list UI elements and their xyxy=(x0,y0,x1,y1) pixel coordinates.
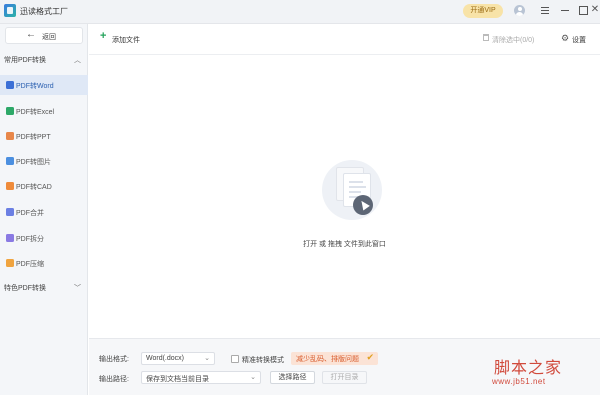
sidebar-item-label: PDF转Word xyxy=(16,83,54,90)
clear-selected-label: 清除选中(0/0) xyxy=(492,37,535,44)
back-button-label: 返回 xyxy=(42,34,56,41)
open-directory-button[interactable]: 打开目录 xyxy=(322,371,367,384)
precise-mode-checkbox[interactable] xyxy=(231,355,239,363)
ppt-icon xyxy=(6,132,14,140)
checkmark-icon: ✔ xyxy=(366,352,374,362)
group-featured-pdf[interactable]: 特色PDF转换 xyxy=(4,283,46,293)
maximize-icon[interactable] xyxy=(576,3,590,17)
merge-icon xyxy=(6,208,14,216)
sidebar-item-pdf-to-image[interactable]: PDF转图片 xyxy=(0,151,88,171)
sidebar-item-pdf-to-ppt[interactable]: PDF转PPT xyxy=(0,126,88,146)
chevron-down-icon: ⌄ xyxy=(250,374,256,381)
choose-path-button[interactable]: 选择路径 xyxy=(270,371,315,384)
trash-icon xyxy=(483,34,489,41)
sidebar-item-label: PDF转PPT xyxy=(16,134,51,141)
arrow-left-icon: ← xyxy=(26,29,36,40)
sidebar-item-label: PDF转Excel xyxy=(16,109,55,116)
output-path-select[interactable]: 保存到文档当前目录 ⌄ xyxy=(141,371,261,384)
sidebar-item-pdf-split[interactable]: PDF拆分 xyxy=(0,228,88,248)
settings-label: 设置 xyxy=(572,37,586,44)
compress-icon xyxy=(6,259,14,267)
close-icon[interactable]: ✕ xyxy=(590,3,600,17)
image-icon xyxy=(6,157,14,165)
gear-icon: ⚙ xyxy=(561,33,570,43)
watermark-url: www.jb51.net xyxy=(492,377,546,386)
title-bar: 迅读格式工厂 开通VIP ✕ xyxy=(0,0,600,24)
output-format-label: 输出格式: xyxy=(99,356,129,363)
output-format-value: Word(.docx) xyxy=(146,355,184,362)
output-format-select[interactable]: Word(.docx) ⌄ xyxy=(141,352,215,365)
word-icon xyxy=(6,81,14,89)
output-path-value: 保存到文档当前目录 xyxy=(146,376,209,383)
sidebar-item-pdf-to-excel[interactable]: PDF转Excel xyxy=(0,101,88,121)
precise-mode-label: 精准转换模式 xyxy=(242,357,284,364)
back-button[interactable]: ← 返回 xyxy=(5,27,83,44)
sidebar-item-label: PDF合并 xyxy=(16,210,44,217)
app-logo-icon xyxy=(4,4,16,17)
group-common-pdf[interactable]: 常用PDF转换 xyxy=(4,55,46,65)
plus-icon: + xyxy=(100,30,107,42)
cursor-click-icon xyxy=(353,195,373,215)
sidebar-item-label: PDF转CAD xyxy=(16,184,52,191)
sidebar-item-pdf-merge[interactable]: PDF合并 xyxy=(0,202,88,222)
minimize-icon[interactable] xyxy=(558,3,572,17)
file-drop-area[interactable]: 打开 或 拖拽 文件到此窗口 xyxy=(89,55,600,338)
menu-icon[interactable] xyxy=(538,3,552,17)
sidebar-item-pdf-compress[interactable]: PDF压缩 xyxy=(0,253,88,273)
split-icon xyxy=(6,234,14,242)
excel-icon xyxy=(6,107,14,115)
promo-label: 减少乱码、排版问题 xyxy=(296,356,359,363)
chevron-up-icon[interactable]: ︿ xyxy=(74,55,81,65)
sidebar-item-label: PDF拆分 xyxy=(16,236,44,243)
cad-icon xyxy=(6,182,14,190)
add-file-label: 添加文件 xyxy=(112,37,140,44)
chevron-down-icon: ⌄ xyxy=(204,355,210,362)
sidebar-item-pdf-to-cad[interactable]: PDF转CAD xyxy=(0,176,88,196)
sidebar-item-label: PDF转图片 xyxy=(16,159,51,166)
output-path-label: 输出路径: xyxy=(99,376,129,383)
promo-badge: 减少乱码、排版问题 ✔ xyxy=(291,352,378,365)
sidebar: ← 返回 常用PDF转换 ︿ PDF转Word PDF转Excel PDF转PP… xyxy=(0,24,88,395)
drop-hint-text: 打开 或 拖拽 文件到此窗口 xyxy=(303,241,386,248)
sidebar-item-label: PDF压缩 xyxy=(16,261,44,268)
user-avatar-icon[interactable] xyxy=(514,5,525,16)
sidebar-item-pdf-to-word[interactable]: PDF转Word xyxy=(0,75,88,95)
watermark-title: 脚本之家 xyxy=(494,358,563,377)
app-title: 迅读格式工厂 xyxy=(20,7,68,16)
chevron-down-icon[interactable]: ﹀ xyxy=(74,283,81,293)
open-vip-button[interactable]: 开通VIP xyxy=(463,4,503,18)
